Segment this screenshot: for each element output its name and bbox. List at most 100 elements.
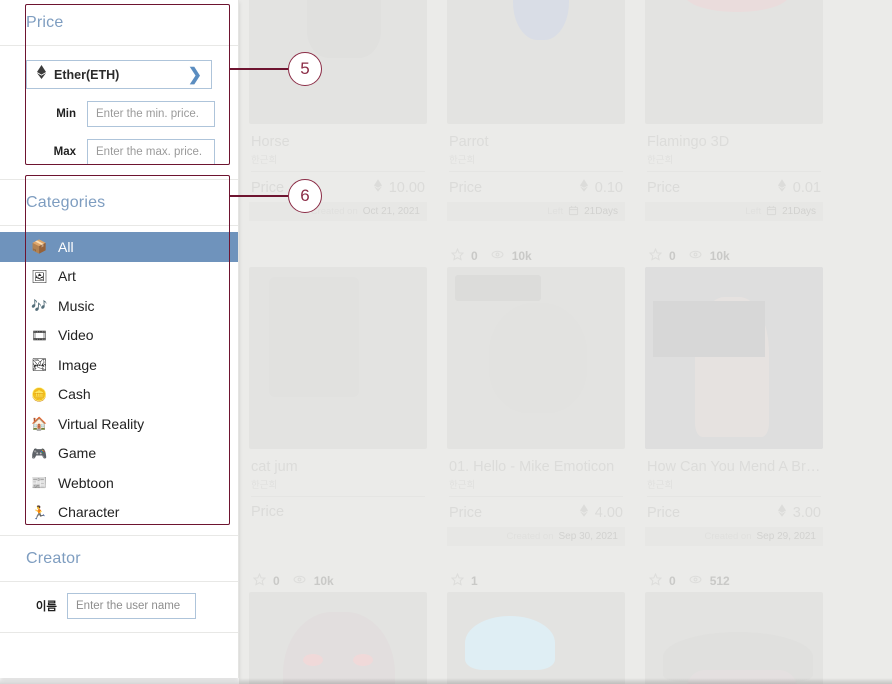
card-title: How Can You Mend A Bro⋯ <box>647 459 821 475</box>
categories-section-header: Categories <box>0 180 238 225</box>
card-author: 한근희 <box>449 477 623 497</box>
max-price-input[interactable] <box>87 139 215 165</box>
card-price-row: Price 0.10 <box>449 172 623 202</box>
category-item-image[interactable]: 🏞 Image <box>0 350 238 380</box>
nft-card[interactable]: Parrot 한근희 Price 0.10 Left 21Days <box>437 0 635 221</box>
card-footer <box>249 526 427 545</box>
category-item-cash[interactable]: 🪙 Cash <box>0 380 238 410</box>
divider <box>0 632 238 633</box>
card-price-label: Price <box>251 504 285 520</box>
min-price-label: Min <box>56 108 76 120</box>
star-icon <box>648 247 663 264</box>
creator-section-header: Creator <box>0 536 238 581</box>
card-body: Horse 한근희 Price 10.00 <box>249 124 427 202</box>
card-foot-label: Left <box>745 206 762 217</box>
nft-card[interactable]: cat jum 한근희 Price <box>239 237 437 546</box>
min-price-input[interactable] <box>87 101 215 127</box>
category-item-character[interactable]: 🏃 Character <box>0 498 238 528</box>
card-stats: 0 10k <box>447 245 625 267</box>
star-icon <box>648 572 663 589</box>
film-frames-icon: 🎞 <box>31 327 48 343</box>
category-item-art[interactable]: 🖼 Art <box>0 262 238 292</box>
card-thumbnail[interactable] <box>645 267 823 449</box>
card-price-label: Price <box>647 504 681 521</box>
category-item-label: Video <box>58 327 94 344</box>
card-thumbnail[interactable] <box>447 267 625 449</box>
card-footer: Left 21Days <box>645 202 823 221</box>
eye-icon <box>688 573 703 589</box>
category-item-music[interactable]: 🎶 Music <box>0 291 238 321</box>
card-stats: 1 <box>447 570 625 592</box>
card-foot-value: Sep 30, 2021 <box>558 531 619 542</box>
card-thumbnail[interactable] <box>447 592 625 684</box>
house-icon: 🏠 <box>31 416 48 432</box>
card-title: cat jum <box>251 459 298 475</box>
category-item-label: Cash <box>58 386 91 403</box>
card-price-row: Price <box>251 497 425 526</box>
card-like-count: 0 <box>669 249 676 263</box>
category-item-game[interactable]: 🎮 Game <box>0 439 238 469</box>
ethereum-icon <box>37 65 46 84</box>
nft-marketplace-filter-screen: Horse 한근희 Price 10.00 Created on Oct 21, 2021… <box>0 0 892 684</box>
card-price-row: Price 3.00 <box>647 497 821 527</box>
card-title: Horse <box>251 134 290 150</box>
card-foot-value: Oct 21, 2021 <box>362 206 420 217</box>
category-item-label: Music <box>58 297 95 314</box>
price-section-body: Ether(ETH) ❯ Min Max <box>0 46 238 179</box>
nft-card[interactable]: 0 10k 01. Hello - Mike Emoticon 한근희 Price 4.0… <box>437 237 635 546</box>
card-like-count: 0 <box>471 249 478 263</box>
card-thumbnail[interactable] <box>249 592 427 684</box>
star-icon <box>450 247 465 264</box>
eye-icon <box>688 248 703 264</box>
creator-name-input[interactable] <box>67 593 196 619</box>
nft-card[interactable]: 010kGoon #5562한근희Price1.00Left327Days <box>239 562 437 684</box>
category-item-label: Game <box>58 445 97 462</box>
nft-card[interactable]: Flamingo 3D 한근희 Price 0.01 Left 21Days <box>635 0 833 221</box>
card-body: 01. Hello - Mike Emoticon 한근희 Price 4.00 <box>447 449 625 527</box>
card-footer: Created on Sep 30, 2021 <box>447 527 625 546</box>
card-price-value: 0.01 <box>792 179 821 196</box>
card-body: cat jum 한근희 Price <box>249 449 427 526</box>
musical-notes-icon: 🎶 <box>31 298 48 314</box>
nft-content-area: Horse 한근희 Price 10.00 Created on Oct 21, 2021… <box>239 0 892 684</box>
card-foot-value: 21Days <box>584 206 618 217</box>
ethereum-icon <box>777 179 786 196</box>
card-thumbnail[interactable] <box>645 0 823 124</box>
card-stats: 0 10k <box>645 245 823 267</box>
currency-select-label: Ether(ETH) <box>54 67 120 82</box>
calendar-icon <box>766 205 777 219</box>
card-foot-label: Created on <box>704 531 752 542</box>
card-thumbnail[interactable] <box>447 0 625 124</box>
card-view-count: 10k <box>709 249 730 263</box>
category-item-virtual-reality[interactable]: 🏠 Virtual Reality <box>0 409 238 439</box>
star-icon <box>450 572 465 589</box>
currency-select[interactable]: Ether(ETH) ❯ <box>26 60 212 89</box>
card-price-value: 3.00 <box>792 504 821 521</box>
card-price-label: Price <box>449 504 483 521</box>
card-thumbnail[interactable] <box>249 0 427 124</box>
creator-section-body: 이름 <box>0 582 238 632</box>
category-item-webtoon[interactable]: 📰 Webtoon <box>0 468 238 498</box>
card-foot-label: Left <box>547 206 564 217</box>
card-view-count: 10k <box>511 249 532 263</box>
card-foot-label: Created on <box>310 206 358 217</box>
max-price-row: Max <box>0 139 238 165</box>
framed-picture-icon: 🖼 <box>31 268 48 284</box>
price-section-header: Price <box>0 0 238 45</box>
nft-card[interactable]: 1Goon중길도Price <box>437 562 635 684</box>
nft-card[interactable]: 0 10k How Can You Mend A Bro⋯ 한근희 Price 3.00 C… <box>635 237 833 546</box>
nft-card[interactable]: Horse 한근희 Price 10.00 Created on Oct 21, 2021 <box>239 0 437 221</box>
card-like-count: 0 <box>273 574 280 588</box>
card-author: 한근희 <box>647 152 821 172</box>
category-item-label: Art <box>58 268 76 285</box>
card-thumbnail[interactable] <box>645 592 823 684</box>
nft-card[interactable]: 0 512 <box>635 562 833 684</box>
card-price-value-group: 0.01 <box>777 179 821 196</box>
card-foot-label: Created on <box>506 531 554 542</box>
landscape-photo-icon: 🏞 <box>31 357 48 373</box>
category-item-video[interactable]: 🎞 Video <box>0 321 238 351</box>
card-price-value-group: 0.10 <box>579 179 623 196</box>
card-thumbnail[interactable] <box>249 267 427 449</box>
category-item-all[interactable]: 📦 All <box>0 232 238 262</box>
category-item-label: All <box>58 238 74 255</box>
